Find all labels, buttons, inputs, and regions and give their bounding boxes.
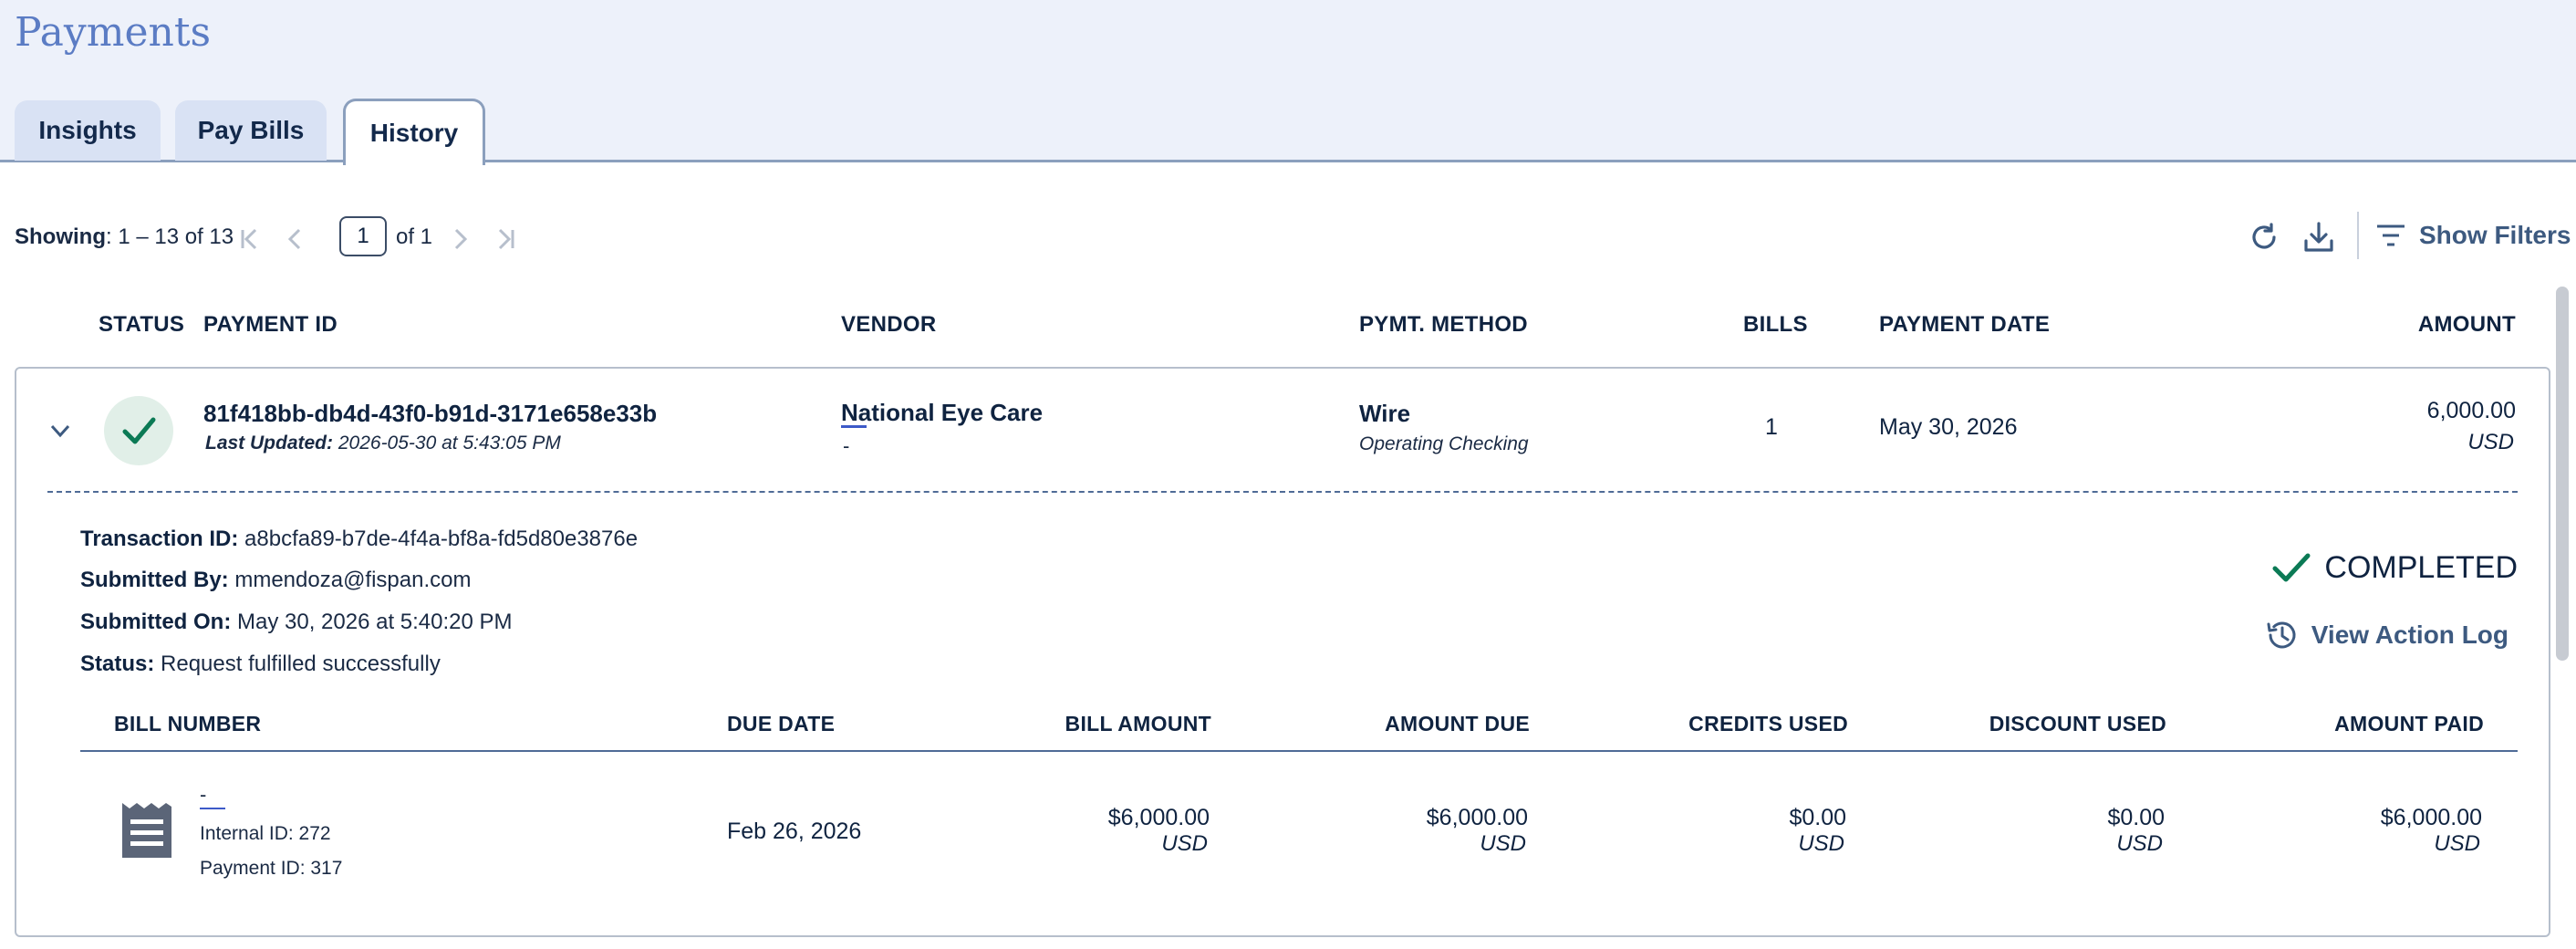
- bill-discount-currency: USD: [2116, 831, 2163, 856]
- payment-method: Wire: [1359, 400, 1411, 427]
- payment-amount: 6,000.00: [2426, 398, 2516, 423]
- bill-amount: $6,000.00: [1107, 805, 1210, 830]
- status-badge: [104, 396, 173, 465]
- bill-amount-due: $6,000.00: [1426, 805, 1528, 830]
- check-icon: [122, 417, 156, 444]
- toolbar-divider: [2357, 212, 2359, 259]
- submitted-by-label: Submitted By:: [80, 568, 229, 592]
- column-vendor: VENDOR: [841, 312, 937, 337]
- bill-amount-currency: USD: [1161, 831, 1208, 856]
- view-action-log-button[interactable]: View Action Log: [2264, 617, 2508, 653]
- download-icon[interactable]: [2301, 219, 2337, 256]
- tab-insights[interactable]: Insights: [15, 100, 161, 161]
- bill-column-bill-amount: BILL AMOUNT: [1065, 712, 1211, 735]
- vendor-link-underline: [841, 425, 867, 428]
- completed-label: COMPLETED: [2324, 550, 2518, 585]
- bill-number-link[interactable]: -: [200, 783, 206, 807]
- showing-range: : 1 – 13 of 13: [105, 224, 234, 249]
- pagination-summary: Showing : 1 – 13 of 13: [15, 219, 234, 256]
- bill-column-discount-used: DISCOUNT USED: [1989, 712, 2166, 735]
- bills-count: 1: [1765, 414, 1778, 440]
- last-updated-label: Last Updated:: [205, 433, 334, 454]
- bill-link-underline: [200, 808, 225, 809]
- status-value: Request fulfilled successfully: [154, 652, 441, 676]
- bill-credits-used: $0.00: [1789, 805, 1846, 830]
- bill-column-due-date: DUE DATE: [727, 712, 836, 735]
- show-filters-label: Show Filters: [2419, 221, 2571, 249]
- submitted-on-value: May 30, 2026 at 5:40:20 PM: [231, 610, 513, 634]
- tab-pay-bills[interactable]: Pay Bills: [175, 100, 327, 161]
- page-number-input[interactable]: 1: [339, 216, 387, 256]
- column-payment-method: PYMT. METHOD: [1359, 312, 1528, 337]
- payment-currency: USD: [2467, 430, 2514, 454]
- tab-history[interactable]: History: [343, 99, 485, 165]
- bill-header-rule: [80, 750, 2518, 752]
- filter-icon: [2377, 224, 2405, 246]
- transaction-id-label: Transaction ID:: [80, 527, 239, 551]
- history-icon: [2267, 621, 2296, 649]
- bill-column-amount-paid: AMOUNT PAID: [2334, 712, 2484, 735]
- payment-date: May 30, 2026: [1879, 414, 2018, 440]
- bill-column-credits-used: CREDITS USED: [1688, 712, 1848, 735]
- bill-discount-used: $0.00: [2107, 805, 2165, 830]
- page-title: Payments: [15, 9, 212, 56]
- column-bills: BILLS: [1743, 312, 1808, 337]
- status-label: Status:: [80, 652, 155, 676]
- submitted-on-label: Submitted On:: [80, 610, 232, 634]
- transaction-id: Transaction ID: a8bcfa89-b7de-4f4a-bf8a-…: [80, 527, 638, 552]
- previous-page-icon[interactable]: [281, 224, 310, 254]
- payment-account: Operating Checking: [1359, 433, 1529, 454]
- submitted-on: Submitted On: May 30, 2026 at 5:40:20 PM: [80, 610, 513, 635]
- bill-column-amount-due: AMOUNT DUE: [1385, 712, 1530, 735]
- bill-internal-id: Internal ID: 272: [200, 823, 331, 844]
- first-page-icon[interactable]: [235, 224, 265, 254]
- bill-amount-due-currency: USD: [1480, 831, 1526, 856]
- vendor-name[interactable]: National Eye Care: [841, 399, 1043, 427]
- transaction-id-value: a8bcfa89-b7de-4f4a-bf8a-fd5d80e3876e: [238, 527, 639, 551]
- bill-due-date: Feb 26, 2026: [727, 819, 862, 844]
- column-payment-date: PAYMENT DATE: [1879, 312, 2051, 337]
- bill-payment-id: Payment ID: 317: [200, 858, 343, 879]
- last-updated: Last Updated: 2026-05-30 at 5:43:05 PM: [205, 433, 561, 454]
- column-status: STATUS: [99, 312, 185, 337]
- column-payment-id: PAYMENT ID: [203, 312, 338, 337]
- show-filters-button[interactable]: Show Filters: [2375, 217, 2571, 254]
- bill-amount-paid: $6,000.00: [2380, 805, 2482, 830]
- page-header: Payments Insights Pay Bills History: [0, 0, 2576, 165]
- submitted-by: Submitted By: mmendoza@fispan.com: [80, 568, 471, 593]
- page-count: of 1: [396, 224, 433, 249]
- vendor-secondary: -: [843, 434, 850, 457]
- bill-amount-paid-currency: USD: [2434, 831, 2480, 856]
- bill-column-number: BILL NUMBER: [114, 712, 262, 735]
- next-page-icon[interactable]: [445, 224, 474, 254]
- last-updated-value: 2026-05-30 at 5:43:05 PM: [333, 433, 561, 454]
- refresh-icon[interactable]: [2246, 219, 2282, 256]
- row-divider: [47, 491, 2518, 493]
- showing-label: Showing: [15, 224, 106, 249]
- check-icon: [2272, 553, 2311, 581]
- last-page-icon[interactable]: [491, 224, 520, 254]
- completed-status: COMPLETED: [2271, 550, 2518, 586]
- submitted-by-value: mmendoza@fispan.com: [228, 568, 472, 592]
- vertical-scrollbar[interactable]: [2556, 287, 2569, 661]
- view-action-log-label: View Action Log: [2311, 620, 2508, 649]
- chevron-down-icon[interactable]: [47, 418, 73, 443]
- bill-credits-currency: USD: [1798, 831, 1844, 856]
- status-detail: Status: Request fulfilled successfully: [80, 652, 441, 677]
- receipt-icon: [122, 803, 171, 858]
- payment-id[interactable]: 81f418bb-db4d-43f0-b91d-3171e658e33b: [203, 400, 657, 428]
- column-amount: AMOUNT: [2417, 312, 2516, 337]
